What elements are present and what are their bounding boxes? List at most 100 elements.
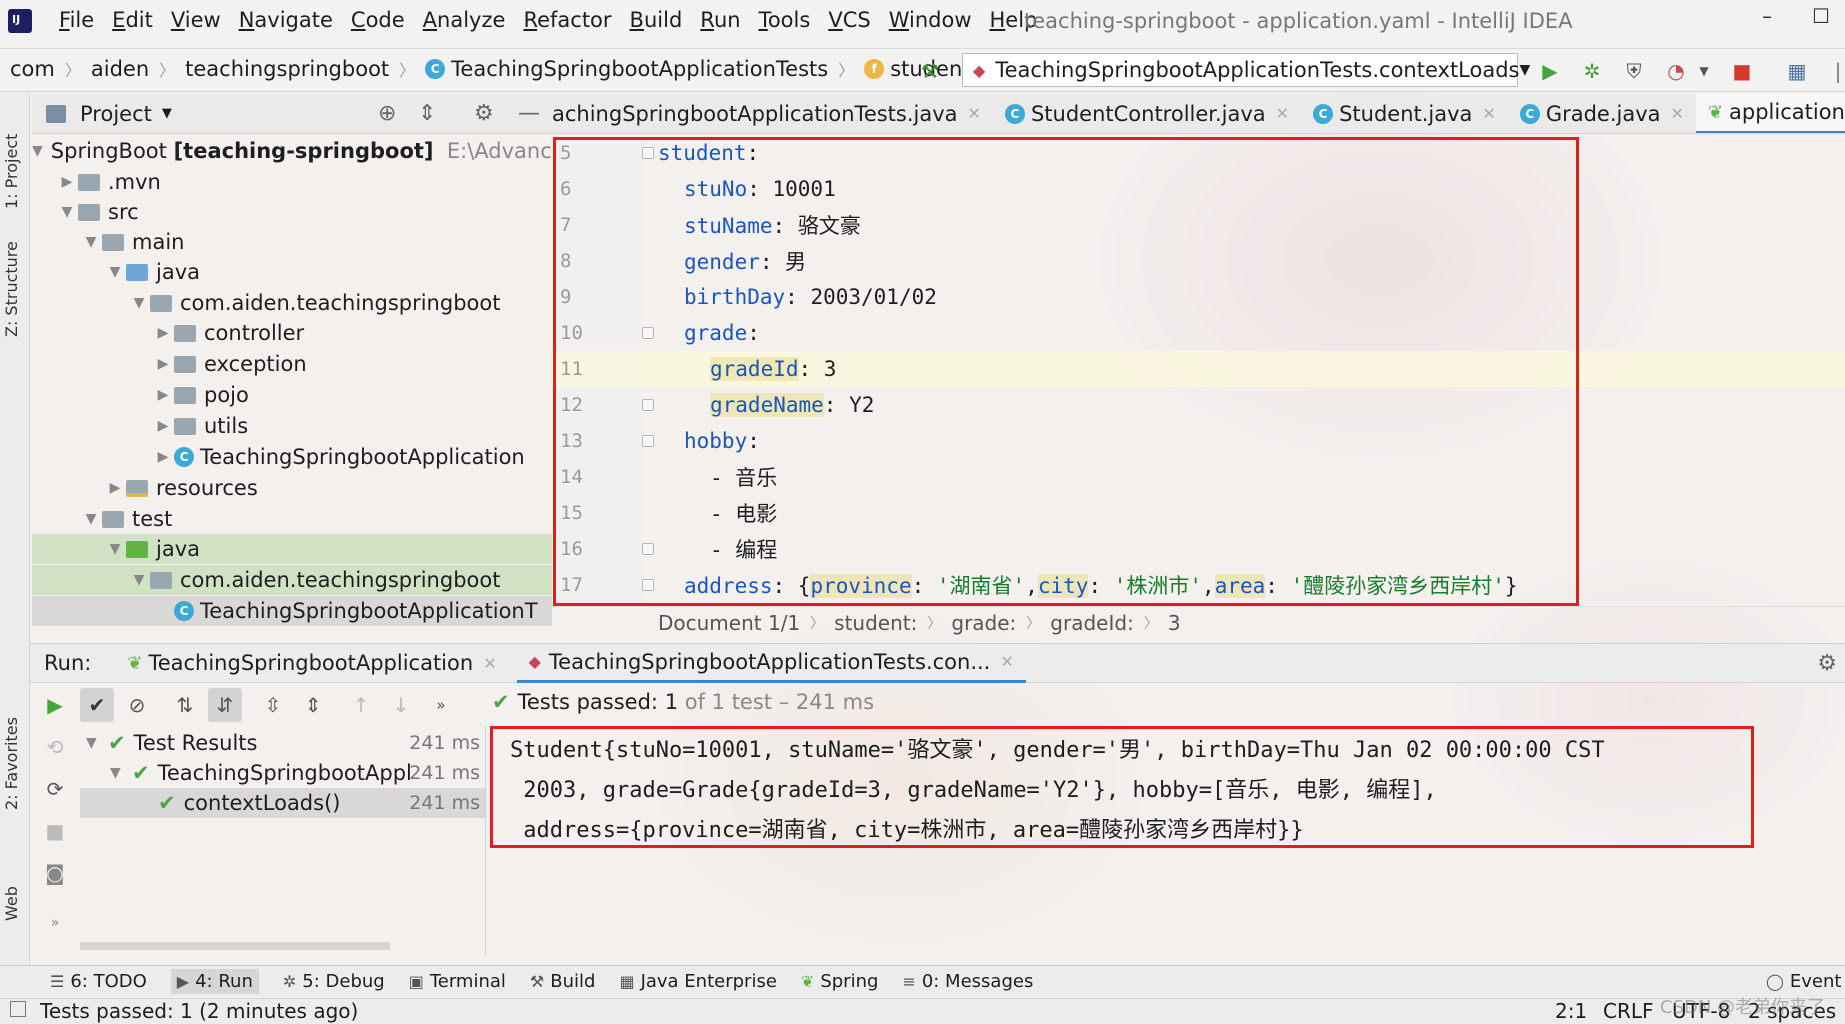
test-method-node[interactable]: ✔ contextLoads() 241 ms [80,788,486,818]
arrow-up-icon[interactable]: ↑ [344,688,378,722]
collapse-all-icon[interactable]: ⇕ [418,101,436,126]
menu-view[interactable]: View [162,8,230,32]
gear-icon[interactable]: ⚙ [1817,651,1837,676]
hide-icon[interactable]: — [518,101,540,126]
todo-tool[interactable]: ☰ 6: TODO [50,971,147,992]
stop-icon[interactable]: ■ [38,814,72,848]
tree-item-src[interactable]: ▼ src [32,197,552,227]
event-log-tool[interactable]: ◯ Event L [1766,971,1845,992]
menu-code[interactable]: Code [342,8,414,32]
crumb-aiden[interactable]: aiden [91,57,149,81]
menu-tools[interactable]: Tools [750,8,820,32]
project-tool-tab[interactable]: 1: Project [2,134,21,209]
console-output[interactable]: Student{stuNo=10001, stuName='骆文豪', gend… [492,728,1845,958]
close-icon[interactable]: ✕ [1482,104,1495,123]
arrow-down-icon[interactable]: ↓ [384,688,418,722]
tree-item-controller[interactable]: ▶ controller [32,318,552,348]
favorites-tool-tab[interactable]: 2: Favorites [2,717,21,810]
line-separator[interactable]: CRLF [1603,999,1654,1023]
rerun-icon[interactable]: ▶ [38,688,72,722]
search-everywhere-icon[interactable]: | [1826,59,1845,83]
debug-tool[interactable]: ✲ 5: Debug [283,971,385,992]
project-structure-icon[interactable]: ▦ [1785,59,1809,83]
tree-item-main-java[interactable]: ▼ java [32,257,552,287]
fold-marker-icon[interactable] [642,543,654,555]
coverage-icon[interactable]: ⛨ [1622,59,1646,83]
close-icon[interactable]: ✕ [1000,652,1013,671]
chevron-down-icon[interactable]: ▼ [1692,59,1716,83]
fold-marker-icon[interactable] [642,435,654,447]
code-editor[interactable]: 5 student: 6 stuNo: 10001 7 stuName: 骆文豪… [552,135,1845,605]
camera-icon[interactable]: ◙ [38,856,72,890]
test-class-node[interactable]: ▼ ✔ TeachingSpringbootAppl 241 ms [80,758,486,788]
rerun-failed-icon[interactable]: ⟲ [38,730,72,764]
panel-toggle-icon[interactable] [10,1001,26,1017]
locate-icon[interactable]: ⊕ [378,101,396,126]
run-tab-application[interactable]: ❦ TeachingSpringbootApplication ✕ [115,643,508,683]
tree-item-main[interactable]: ▼ main [32,227,552,257]
run-tool[interactable]: ▶ 4: Run [170,969,259,994]
build-tool[interactable]: ⚒ Build [530,971,596,992]
tree-item-test[interactable]: ▼ test [32,504,552,534]
structure-tool-tab[interactable]: Z: Structure [2,241,21,337]
menu-run[interactable]: Run [691,8,749,32]
toggle-auto-test-icon[interactable]: ⟳ [38,772,72,806]
more-icon[interactable]: » [424,688,458,722]
stop-icon[interactable]: ■ [1730,59,1754,83]
project-panel-title[interactable]: Project [80,102,152,126]
java-enterprise-tool[interactable]: ▦ Java Enterprise [619,971,776,992]
sort-alpha-icon[interactable]: ⇅ [168,688,202,722]
crumb-com[interactable]: com [10,57,55,81]
tree-item-test-class[interactable]: C TeachingSpringbootApplicationT [32,596,552,626]
run-tab-tests[interactable]: ◆ TeachingSpringbootApplicationTests.con… [516,643,1026,683]
menu-analyze[interactable]: Analyze [414,8,515,32]
close-icon[interactable]: ✕ [483,654,496,673]
close-icon[interactable]: ✕ [1276,104,1289,123]
run-icon[interactable]: ▶ [1538,59,1562,83]
more-icon[interactable]: » [38,906,72,940]
collapse-all-icon[interactable]: ⇕ [296,688,330,722]
hammer-build-icon[interactable]: ⚒ [918,59,942,83]
breadcrumb-item[interactable]: student: [834,611,917,635]
crumb-package[interactable]: teachingspringboot [185,57,389,81]
run-configuration-select[interactable]: ◆ TeachingSpringbootApplicationTests.con… [962,53,1530,87]
tree-item-resources[interactable]: ▶ resources [32,473,552,503]
tree-item-test-package[interactable]: ▼ com.aiden.teachingspringboot [32,565,552,595]
breadcrumb-item[interactable]: gradeId: [1050,611,1134,635]
messages-tool[interactable]: ≡ 0: Messages [902,971,1033,992]
show-ignored-icon[interactable]: ⊘ [120,688,154,722]
tree-item-application-class[interactable]: ▶ C TeachingSpringbootApplication [32,442,552,472]
fold-marker-icon[interactable] [642,327,654,339]
fold-marker-icon[interactable] [642,399,654,411]
breadcrumb-item[interactable]: Document 1/1 [658,611,800,635]
sort-duration-icon[interactable]: ⇵ [208,688,242,722]
tab-tests-java[interactable]: achingSpringbootApplicationTests.java ✕ [552,94,993,133]
tab-student-java[interactable]: C Student.java ✕ [1301,94,1508,133]
fold-marker-icon[interactable] [642,147,654,159]
breadcrumb-item[interactable]: grade: [951,611,1016,635]
menu-window[interactable]: Window [880,8,981,32]
maximize-button[interactable]: ☐ [1812,4,1830,28]
minimize-button[interactable]: – [1762,4,1772,28]
debug-icon[interactable]: ✲ [1580,59,1604,83]
tree-item-test-java[interactable]: ▼ java [32,534,552,564]
chevron-down-icon[interactable]: ▼ [162,106,172,121]
gear-icon[interactable]: ⚙ [474,101,494,126]
spring-tool[interactable]: ❦ Spring [801,971,879,992]
show-passed-icon[interactable]: ✔ [80,688,114,722]
tab-grade-java[interactable]: C Grade.java ✕ [1508,94,1696,133]
menu-vcs[interactable]: VCS [819,8,879,32]
tab-student-controller[interactable]: C StudentController.java ✕ [993,94,1301,133]
web-tool-tab[interactable]: Web [2,886,21,921]
tree-item-pojo[interactable]: ▶ pojo [32,380,552,410]
fold-marker-icon[interactable] [642,579,654,591]
test-results-root[interactable]: ▼ ✔ Test Results 241 ms [80,728,486,758]
tree-item-main-package[interactable]: ▼ com.aiden.teachingspringboot [32,288,552,318]
tab-application-yaml[interactable]: ❦application.yaml✕ [1695,94,1845,133]
expand-all-icon[interactable]: ⇳ [256,688,290,722]
menu-navigate[interactable]: Navigate [230,8,342,32]
tree-item-mvn[interactable]: ▶ .mvn [32,167,552,197]
menu-build[interactable]: Build [621,8,692,32]
breadcrumb-item[interactable]: 3 [1168,611,1181,635]
profile-icon[interactable]: ◔ [1664,59,1688,83]
